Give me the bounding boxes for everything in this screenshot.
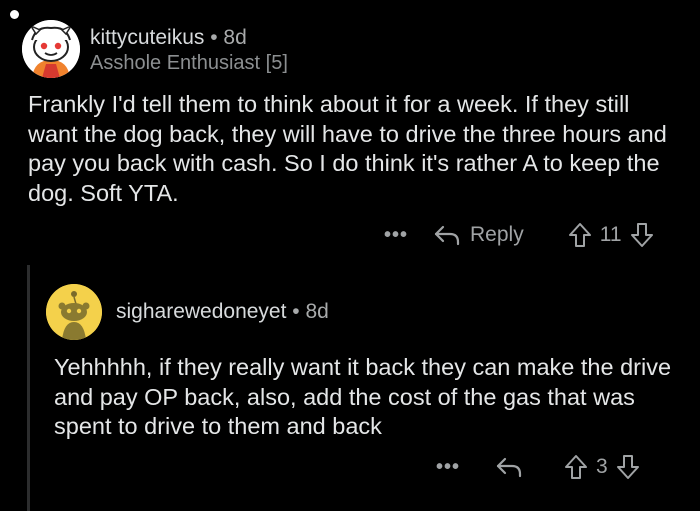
more-options-button[interactable]: ••• (436, 456, 460, 479)
comment: kittycuteikus • 8d Asshole Enthusiast [5… (0, 0, 700, 511)
reply-username-line: sigharewedoneyet • 8d (116, 300, 329, 324)
vote-controls: 3 (564, 454, 640, 480)
thread-line[interactable] (27, 265, 30, 511)
comment-username-line: kittycuteikus • 8d (90, 26, 247, 50)
upvote-arrow-icon[interactable] (564, 454, 588, 480)
reply-username[interactable]: sigharewedoneyet (116, 300, 286, 323)
reply-label: Reply (470, 223, 524, 246)
separator-dot: • (292, 300, 300, 323)
vote-count: 11 (599, 223, 622, 246)
separator-dot: • (210, 26, 218, 49)
user-flair: Asshole Enthusiast [5] (90, 52, 288, 74)
upvote-arrow-icon[interactable] (568, 222, 592, 248)
reply-actions: ••• 3 (436, 450, 640, 484)
downvote-arrow-icon[interactable] (630, 222, 654, 248)
comment-age: 8d (223, 26, 247, 49)
snoo-avatar-icon (46, 284, 102, 340)
comment-actions: ••• Reply 11 (384, 218, 654, 252)
reply-arrow-icon (434, 225, 460, 246)
vote-count: 3 (596, 455, 608, 478)
reply-body: Yehhhhh, if they really want it back the… (54, 354, 672, 439)
snoo-avatar-icon (22, 20, 80, 78)
more-options-button[interactable]: ••• (384, 224, 408, 247)
online-dot (10, 10, 19, 19)
reply-button[interactable] (496, 456, 522, 478)
reply-age: 8d (305, 300, 329, 323)
user-avatar[interactable] (22, 20, 80, 78)
reply-arrow-icon (496, 457, 522, 478)
downvote-arrow-icon[interactable] (616, 454, 640, 480)
username[interactable]: kittycuteikus (90, 26, 204, 49)
comment-body: Frankly I'd tell them to think about it … (28, 91, 667, 206)
vote-controls: 11 (568, 222, 654, 248)
reply-user-avatar[interactable] (46, 284, 102, 340)
reply-button[interactable]: Reply (434, 223, 524, 247)
